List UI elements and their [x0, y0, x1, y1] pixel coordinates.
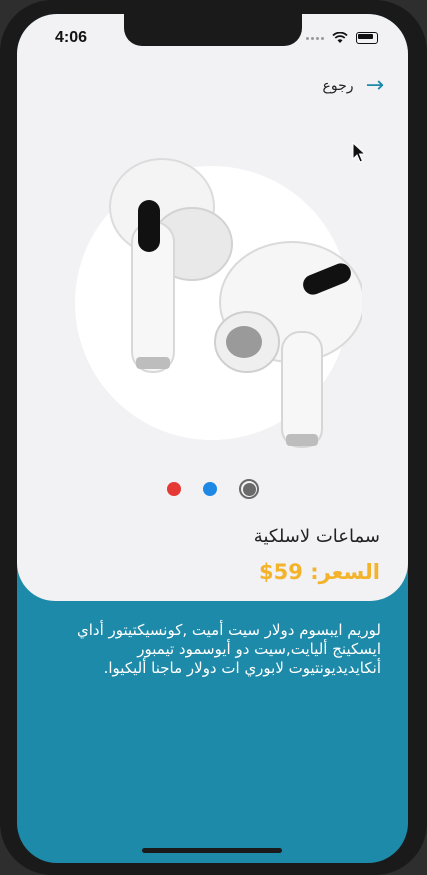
product-description: لوريم ايبسوم دولار سيت أميت ,كونسيكتيتور…	[77, 621, 381, 677]
status-time: 4:06	[55, 29, 88, 46]
battery-icon	[356, 32, 378, 44]
phone-frame: 4:06 رجوع → سماعات لاسلكية السعر: 59$ لو…	[0, 0, 427, 875]
product-name: سماعات لاسلكية	[253, 526, 380, 547]
image-pager	[167, 479, 259, 499]
back-button[interactable]: رجوع →	[322, 73, 384, 98]
back-label: رجوع	[322, 78, 354, 94]
wifi-icon	[332, 32, 348, 43]
notch	[124, 14, 302, 46]
home-indicator[interactable]	[142, 848, 282, 853]
pager-dot-red[interactable]	[167, 482, 181, 496]
screen: 4:06 رجوع → سماعات لاسلكية السعر: 59$ لو…	[17, 14, 408, 863]
pager-dot-blue[interactable]	[203, 482, 217, 496]
arrow-right-icon: →	[365, 73, 384, 98]
product-card: 4:06 رجوع → سماعات لاسلكية السعر: 59$	[17, 14, 408, 601]
pager-dot-active[interactable]	[239, 479, 259, 499]
signal-icon	[306, 36, 324, 40]
product-image	[109, 158, 362, 448]
product-price: السعر: 59$	[259, 560, 380, 584]
status-icons	[306, 32, 378, 44]
